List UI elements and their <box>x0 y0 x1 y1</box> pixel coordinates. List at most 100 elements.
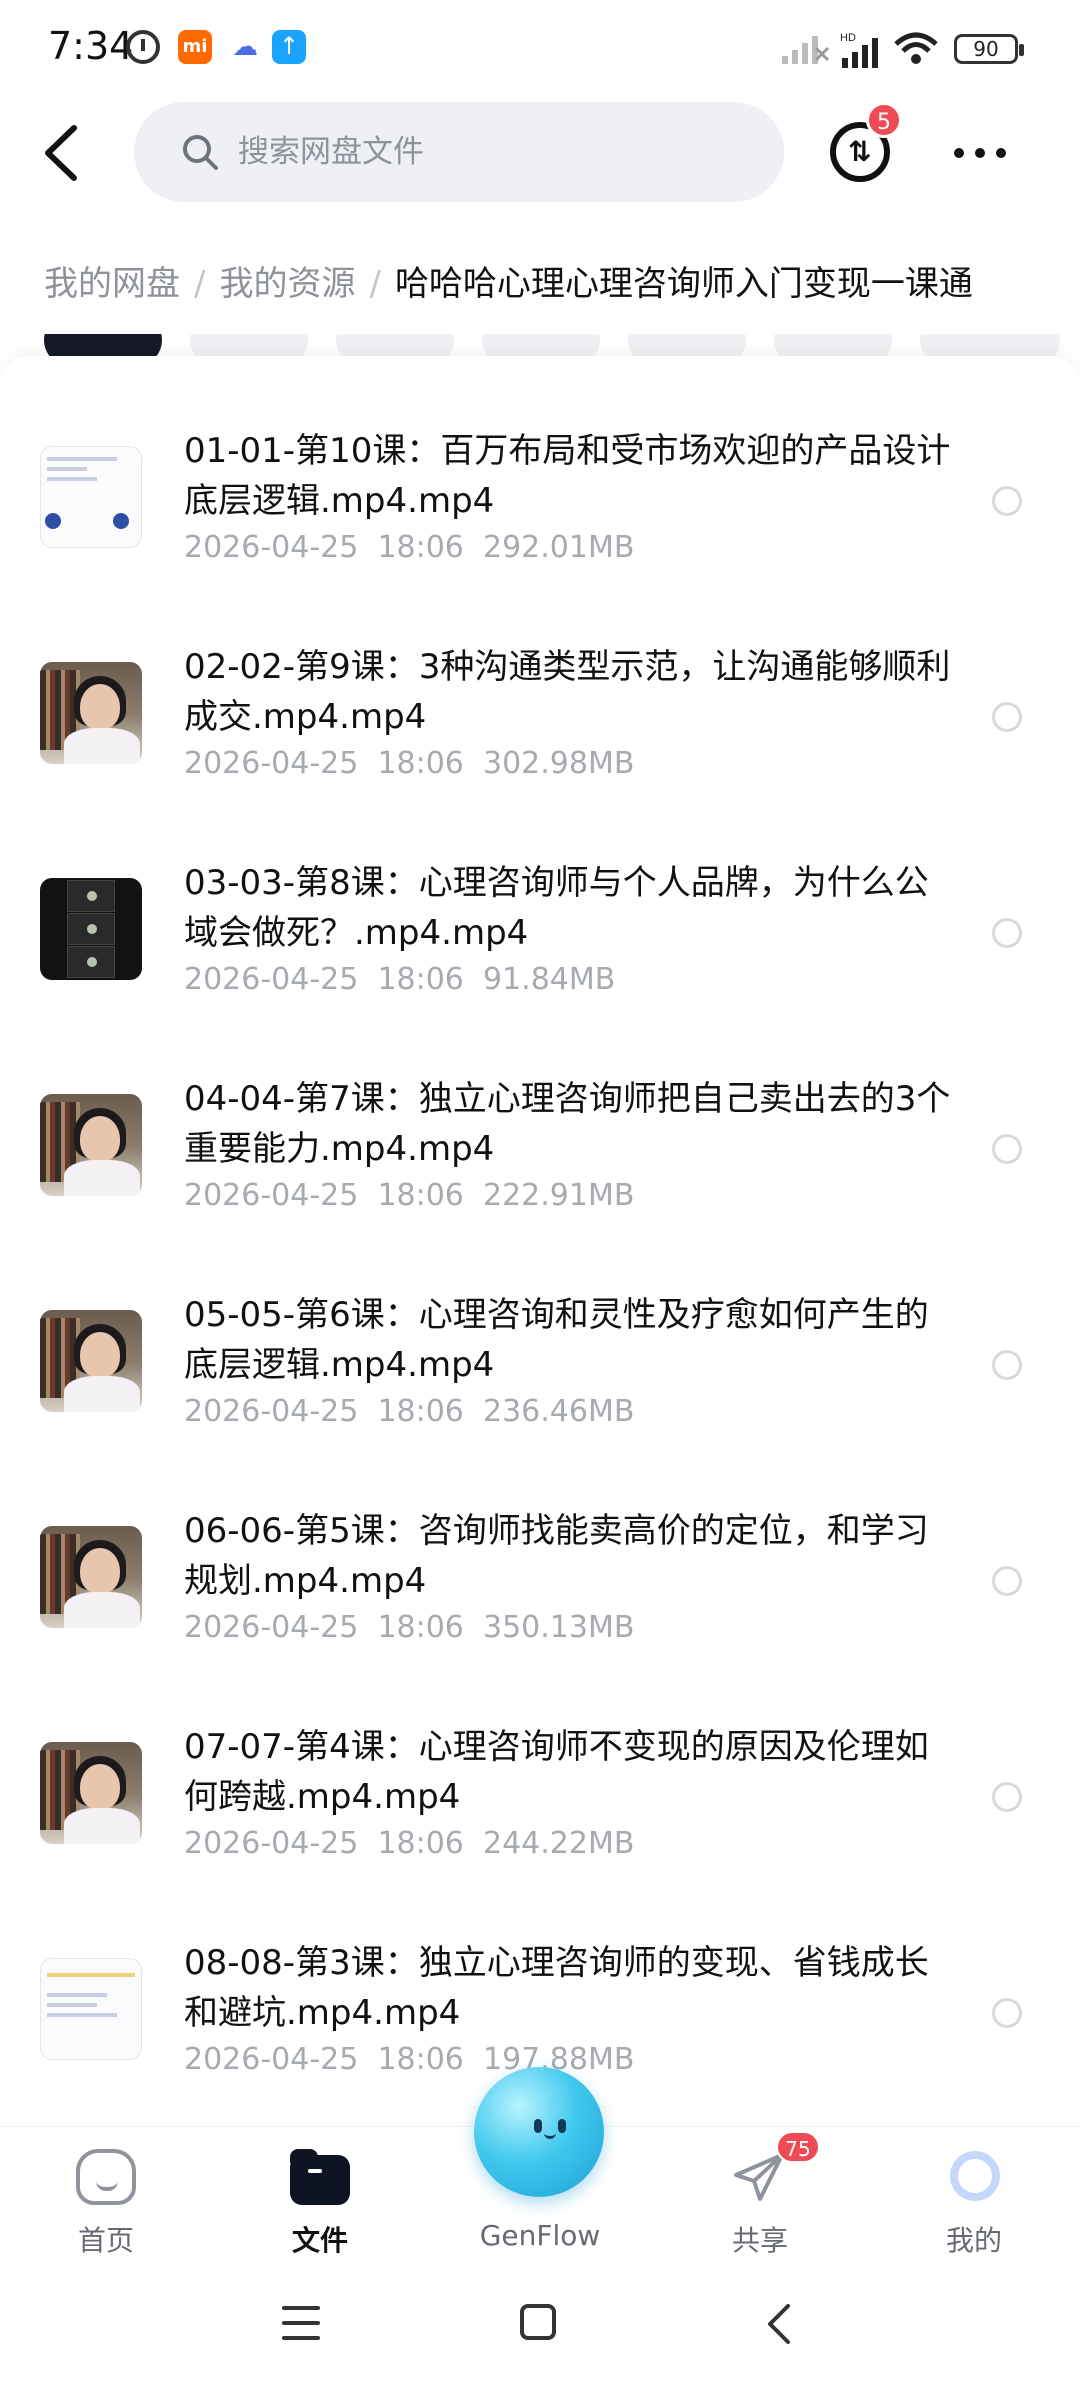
file-list-item[interactable]: 03-03-第8课：心理咨询师与个人品牌，为什么公域会做死？.mp4.mp4 2… <box>0 828 1080 1044</box>
file-time: 18:06 <box>377 2042 464 2077</box>
select-checkbox[interactable] <box>992 1134 1022 1164</box>
file-date: 2026-04-25 <box>184 746 359 781</box>
status-bar: 7:34 mi ☁ ↑ HD 90 <box>0 0 1080 100</box>
file-meta: 2026-04-25 18:06 244.22MB <box>184 1824 634 1864</box>
file-date: 2026-04-25 <box>184 1394 359 1429</box>
system-nav-bar <box>0 2260 1080 2400</box>
alarm-icon <box>126 30 160 64</box>
file-list-item[interactable]: 01-01-第10课：百万布局和受市场欢迎的产品设计底层逻辑.mp4.mp4 2… <box>0 396 1080 612</box>
nav-label: 我的 <box>945 2224 1002 2257</box>
video-thumbnail <box>40 1094 142 1196</box>
more-dot-icon <box>954 148 964 158</box>
file-name: 02-02-第9课：3种沟通类型示范，让沟通能够顺利成交.mp4.mp4 <box>184 647 951 737</box>
file-list-item[interactable]: 04-04-第7课：独立心理咨询师把自己卖出去的3个重要能力.mp4.mp4 2… <box>0 1044 1080 1260</box>
select-checkbox[interactable] <box>992 1998 1022 2028</box>
file-time: 18:06 <box>377 1394 464 1429</box>
file-date: 2026-04-25 <box>184 2042 359 2077</box>
more-dot-icon <box>975 148 985 158</box>
select-checkbox[interactable] <box>992 1782 1022 1812</box>
file-name: 05-05-第6课：心理咨询和灵性及疗愈如何产生的底层逻辑.mp4.mp4 <box>184 1295 929 1385</box>
search-icon <box>183 135 218 170</box>
more-dot-icon <box>996 148 1006 158</box>
file-size: 222.91MB <box>482 1178 635 1213</box>
transfer-count-badge: 5 <box>866 102 902 138</box>
file-size: 292.01MB <box>482 530 635 565</box>
system-home-button[interactable] <box>520 2304 556 2340</box>
video-thumbnail <box>40 1526 142 1628</box>
select-checkbox[interactable] <box>992 702 1022 732</box>
file-size: 244.22MB <box>482 1826 635 1861</box>
select-checkbox[interactable] <box>992 1566 1022 1596</box>
folder-icon <box>290 2149 350 2205</box>
file-meta: 2026-04-25 18:06 302.98MB <box>184 744 634 784</box>
breadcrumb-separator: / <box>194 264 206 304</box>
wifi-icon <box>894 32 938 64</box>
file-meta: 2026-04-25 18:06 222.91MB <box>184 1176 634 1216</box>
profile-icon <box>950 2151 1000 2201</box>
file-time: 18:06 <box>377 746 464 781</box>
file-name: 06-06-第5课：咨询师找能卖高价的定位，和学习规划.mp4.mp4 <box>184 1511 929 1601</box>
file-time: 18:06 <box>377 962 464 997</box>
video-thumbnail <box>40 662 142 764</box>
transfer-arrows-icon: ⇅ <box>848 135 872 168</box>
file-size: 236.46MB <box>482 1394 635 1429</box>
share-count-badge: 75 <box>776 2131 820 2163</box>
nav-item-home[interactable]: 首页 <box>26 2127 186 2261</box>
file-date: 2026-04-25 <box>184 1178 359 1213</box>
file-date: 2026-04-25 <box>184 962 359 997</box>
file-list-item[interactable]: 06-06-第5课：咨询师找能卖高价的定位，和学习规划.mp4.mp4 2026… <box>0 1476 1080 1692</box>
video-thumbnail <box>40 878 142 980</box>
signal-hd-icon: HD <box>840 32 878 68</box>
select-checkbox[interactable] <box>992 1350 1022 1380</box>
breadcrumb-item-my-drive[interactable]: 我的网盘 <box>44 264 180 304</box>
file-time: 18:06 <box>377 1610 464 1645</box>
svg-text:HD: HD <box>840 32 856 44</box>
search-placeholder: 搜索网盘文件 <box>238 134 424 170</box>
recent-apps-button[interactable] <box>282 2306 320 2340</box>
video-thumbnail <box>40 1742 142 1844</box>
nav-item-files[interactable]: 文件 <box>240 2127 400 2261</box>
file-name: 04-04-第7课：独立心理咨询师把自己卖出去的3个重要能力.mp4.mp4 <box>184 1079 951 1169</box>
more-options-button[interactable] <box>950 132 1010 172</box>
file-time: 18:06 <box>377 530 464 565</box>
nav-label: 文件 <box>291 2224 348 2257</box>
bottom-nav: 首页 文件 GenFlow 75 共享 我的 <box>0 2067 1080 2261</box>
genflow-orb-icon[interactable] <box>474 2067 604 2197</box>
file-time: 18:06 <box>377 1826 464 1861</box>
home-icon <box>76 2149 136 2205</box>
file-meta: 2026-04-25 18:06 292.01MB <box>184 528 634 568</box>
nav-label: 首页 <box>77 2224 134 2257</box>
breadcrumb-separator: / <box>369 264 381 304</box>
file-meta: 2026-04-25 18:06 236.46MB <box>184 1392 634 1432</box>
select-checkbox[interactable] <box>992 486 1022 516</box>
file-date: 2026-04-25 <box>184 530 359 565</box>
file-name: 08-08-第3课：独立心理咨询师的变现、省钱成长和避坑.mp4.mp4 <box>184 1943 929 2033</box>
breadcrumb: 我的网盘 / 我的资源 / 哈哈哈心理心理咨询师入门变现一课通 <box>44 256 1080 312</box>
file-list: 01-01-第10课：百万布局和受市场欢迎的产品设计底层逻辑.mp4.mp4 2… <box>0 356 1080 2106</box>
video-thumbnail <box>40 1310 142 1412</box>
file-name: 03-03-第8课：心理咨询师与个人品牌，为什么公域会做死？.mp4.mp4 <box>184 863 929 953</box>
file-size: 91.84MB <box>482 962 616 997</box>
system-back-button[interactable] <box>760 2302 800 2346</box>
file-list-item[interactable]: 07-07-第4课：心理咨询师不变现的原因及伦理如何跨越.mp4.mp4 202… <box>0 1692 1080 1908</box>
file-list-item[interactable]: 02-02-第9课：3种沟通类型示范，让沟通能够顺利成交.mp4.mp4 202… <box>0 612 1080 828</box>
cloud-notification-icon: ☁ <box>232 32 258 62</box>
file-time: 18:06 <box>377 1178 464 1213</box>
nav-item-share[interactable]: 75 共享 <box>680 2127 840 2261</box>
file-name: 07-07-第4课：心理咨询师不变现的原因及伦理如何跨越.mp4.mp4 <box>184 1727 929 1817</box>
file-size: 350.13MB <box>482 1610 635 1645</box>
status-time: 7:34 <box>48 24 134 68</box>
breadcrumb-current-folder: 哈哈哈心理心理咨询师入门变现一课通 <box>394 264 973 304</box>
breadcrumb-item-my-resources[interactable]: 我的资源 <box>219 264 355 304</box>
search-input[interactable]: 搜索网盘文件 <box>134 102 784 202</box>
file-date: 2026-04-25 <box>184 1610 359 1645</box>
file-meta: 2026-04-25 18:06 350.13MB <box>184 1608 634 1648</box>
back-button[interactable] <box>32 118 88 188</box>
file-list-item[interactable]: 05-05-第6课：心理咨询和灵性及疗愈如何产生的底层逻辑.mp4.mp4 20… <box>0 1260 1080 1476</box>
select-checkbox[interactable] <box>992 918 1022 948</box>
signal-weak-icon <box>782 36 830 64</box>
battery-indicator: 90 <box>954 34 1024 64</box>
mi-app-icon: mi <box>178 30 212 64</box>
video-thumbnail <box>40 1958 142 2060</box>
nav-item-me[interactable]: 我的 <box>894 2127 1054 2261</box>
